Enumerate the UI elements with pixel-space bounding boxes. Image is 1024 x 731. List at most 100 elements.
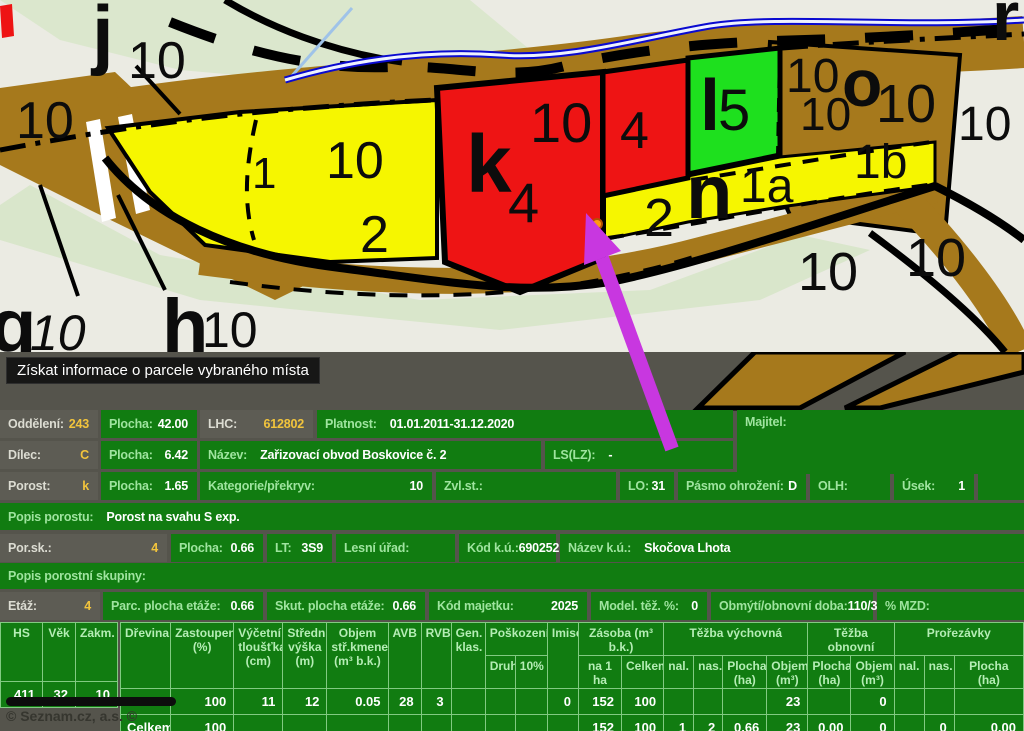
col-header-objem-kmene: Objemstř.kmene(m³ b.k.) bbox=[327, 623, 388, 689]
field-value: Skočova Lhota bbox=[644, 541, 730, 555]
field-label: LHC: bbox=[200, 417, 237, 431]
field-zvlst: Zvl.st.: bbox=[436, 472, 616, 500]
field-porost: Porost:k bbox=[0, 472, 98, 500]
map-label: 1b bbox=[854, 136, 907, 189]
col-header-imise: Imise bbox=[547, 623, 578, 689]
col-header-gen-klas: Gen.klas. bbox=[451, 623, 485, 689]
field-label: Pásmo ohrožení: bbox=[678, 479, 784, 493]
map-copyright-watermark: © Seznam.cz, a.s. © bbox=[6, 708, 137, 724]
col-header-nas: nas. bbox=[924, 656, 954, 689]
field-value: 42.00 bbox=[158, 417, 197, 431]
cell-value bbox=[327, 715, 388, 731]
field-nazev: Název:Zařizovací obvod Boskovice č. 2 bbox=[200, 441, 541, 469]
map-canvas[interactable]: j 10 10 1 10 2 k 4 10 4 l 5 10 o 10 10 1… bbox=[0, 0, 1024, 352]
field-value: 0 bbox=[691, 599, 707, 613]
map-label: 5 bbox=[718, 78, 750, 143]
field-label: Majitel: bbox=[737, 415, 786, 429]
map-label: 10 bbox=[30, 305, 86, 352]
field-value: Porost na svahu S exp. bbox=[106, 510, 239, 524]
col-header-objem-m3: Objem(m³) bbox=[851, 656, 894, 689]
cell-value: 23 bbox=[767, 715, 808, 731]
empty-cell bbox=[978, 472, 1024, 500]
field-oddeleni: Oddělení:243 bbox=[0, 410, 98, 438]
field-popis-porostu: Popis porostu: Porost na svahu S exp. bbox=[0, 503, 1024, 530]
map-label: 10 bbox=[800, 88, 851, 140]
field-usek: Úsek: 1 bbox=[894, 472, 974, 500]
cell-value: 0.00 bbox=[954, 715, 1023, 731]
map-label: 10 bbox=[128, 32, 186, 90]
col-header-objem-m3: Objem(m³) bbox=[767, 656, 808, 689]
field-pasmo: Pásmo ohrožení:D bbox=[678, 472, 806, 500]
forest-gis-app: j 10 10 1 10 2 k 4 10 4 l 5 10 o 10 10 1… bbox=[0, 0, 1024, 731]
h-scrollbar-thumb[interactable] bbox=[6, 697, 176, 706]
field-plocha-dilec: Plocha:6.42 bbox=[101, 441, 197, 469]
cell-value bbox=[451, 689, 485, 715]
field-kategorie: Kategorie/překryv:10 bbox=[200, 472, 432, 500]
cell-value bbox=[894, 689, 924, 715]
field-lhc: LHC: 612802 bbox=[200, 410, 313, 438]
col-header-stredni: Střednívýška(m) bbox=[283, 623, 327, 689]
group-header-zasoba: Zásoba (m³ b.k.) bbox=[578, 623, 663, 656]
field-plocha-oddeleni: Plocha: 42.00 bbox=[101, 410, 197, 438]
field-porsk: Por.sk.: 4 bbox=[0, 534, 167, 562]
cell-value bbox=[547, 715, 578, 731]
field-label: Zvl.st.: bbox=[436, 479, 483, 493]
field-label: Oddělení: bbox=[0, 417, 64, 431]
field-lo: LO:31 bbox=[620, 472, 674, 500]
field-lslz: LS(LZ):- bbox=[545, 441, 733, 469]
map-label: 10 bbox=[906, 228, 966, 288]
map-label: 1a bbox=[740, 160, 794, 213]
col-header-hs: HS bbox=[1, 623, 43, 682]
map-label: r bbox=[992, 0, 1019, 55]
field-label: Por.sk.: bbox=[0, 541, 52, 555]
map-label: 2 bbox=[360, 206, 389, 264]
field-label: Platnost: bbox=[317, 417, 377, 431]
group-header-tezba-vychovna: Těžba výchovná bbox=[664, 623, 808, 656]
field-label: Úsek: bbox=[894, 479, 935, 493]
field-platnost: Platnost: 01.01.2011-31.12.2020 bbox=[317, 410, 733, 438]
col-header-nas: nas. bbox=[694, 656, 723, 689]
field-value: 1 bbox=[958, 479, 974, 493]
field-value: 0.66 bbox=[230, 599, 263, 613]
col-header-avb: AVB bbox=[388, 623, 421, 689]
field-label: Kód majetku: bbox=[429, 599, 514, 613]
field-label: Plocha: bbox=[101, 479, 153, 493]
field-obmyti: Obmýtí/obnovní doba:110/30 bbox=[711, 592, 873, 620]
cell-value: 100 bbox=[622, 715, 664, 731]
group-header-tezba-obnovni: Těžba obnovní bbox=[808, 623, 894, 656]
col-header-nal: nal. bbox=[664, 656, 694, 689]
cell-value bbox=[664, 689, 694, 715]
group-header-poskozeni: Poškození bbox=[485, 623, 547, 656]
field-value: 01.01.2011-31.12.2020 bbox=[390, 417, 514, 431]
field-skut-plocha: Skut. plocha etáže:0.66 bbox=[267, 592, 425, 620]
col-header-10pct: 10% bbox=[515, 656, 547, 689]
field-value: - bbox=[608, 448, 612, 462]
field-label: Plocha: bbox=[101, 417, 153, 431]
field-olh: OLH: bbox=[810, 472, 890, 500]
cell-value: 0.66 bbox=[723, 715, 767, 731]
field-value: 0.66 bbox=[230, 541, 263, 555]
cell-value bbox=[954, 689, 1023, 715]
field-value: 612802 bbox=[263, 417, 313, 431]
field-label: Skut. plocha etáže: bbox=[267, 599, 384, 613]
cell-value bbox=[283, 715, 327, 731]
col-header-nal: nal. bbox=[894, 656, 924, 689]
field-label: % MZD: bbox=[877, 599, 930, 613]
map-label: 4 bbox=[508, 171, 539, 234]
table-row: SM 100 11 12 0.05 28 3 0 152 100 23 0 bbox=[121, 689, 1024, 715]
field-label: Popis porostu: bbox=[0, 510, 93, 524]
cell-value: 0 bbox=[547, 689, 578, 715]
field-lt: LT:3S9 bbox=[267, 534, 332, 562]
col-header-plocha-ha: Plocha(ha) bbox=[954, 656, 1023, 689]
map-label: l bbox=[700, 66, 720, 146]
field-label: Plocha: bbox=[171, 541, 223, 555]
col-header-vycetni: Výčetnítloušťka(cm) bbox=[234, 623, 283, 689]
cell-value: 100 bbox=[622, 689, 664, 715]
col-header-zakm: Zakm. bbox=[76, 623, 118, 682]
cell-value bbox=[234, 715, 283, 731]
field-value: 6.42 bbox=[164, 448, 197, 462]
field-value: 4 bbox=[84, 599, 100, 613]
field-value: 4 bbox=[151, 541, 167, 555]
field-label: LT: bbox=[267, 541, 292, 555]
field-value: 10 bbox=[409, 479, 432, 493]
